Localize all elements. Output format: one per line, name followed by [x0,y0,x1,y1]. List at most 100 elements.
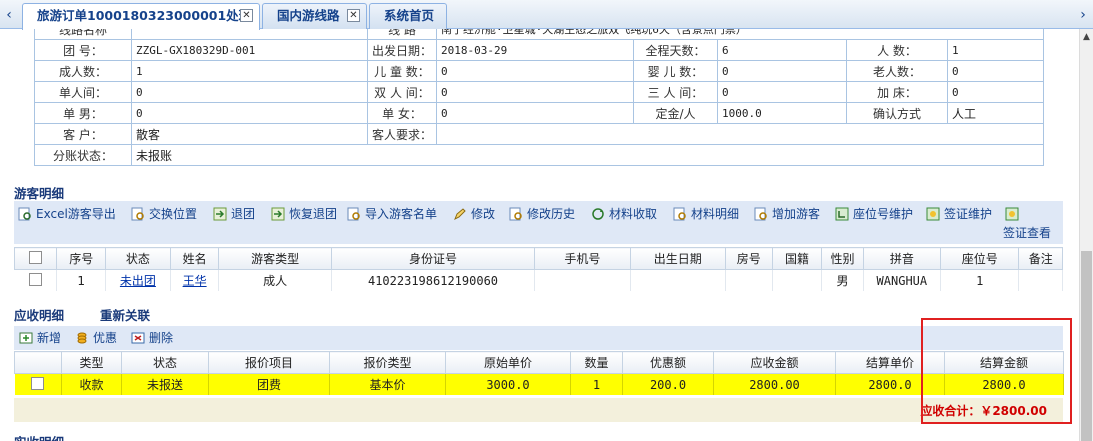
tourist-toolbar: Excel游客导出 交换位置 退团 恢复退团 导入游客名单 修改 修改历史 材料… [14,201,1063,244]
table-row[interactable]: 1 未出团 王华 成人 410223198612190060 男 WANGHUA… [14,269,1063,291]
days-label: 全程天数： [633,39,718,61]
triple-room-label: 三 人 间： [633,81,718,103]
toolbar-label: 增加游客 [772,207,821,221]
close-icon[interactable]: ✕ [347,9,360,22]
cell-type: 收款 [61,373,122,395]
tab-scroll-right-icon[interactable]: › [1076,6,1090,24]
column-header[interactable]: 备注 [1018,247,1063,270]
column-header[interactable]: 国籍 [771,247,823,270]
column-header[interactable]: 状态 [121,351,209,374]
info-label: 线路名称 [34,29,132,40]
column-header[interactable]: 出生日期 [629,247,726,270]
extra-bed-value: 0 [946,81,1045,103]
seat-maintain-button[interactable]: 座位号维护 [835,205,913,223]
tab-scroll-left-icon[interactable]: ‹ [2,6,16,24]
select-all-checkbox[interactable] [13,247,58,270]
withdraw-button[interactable]: 退团 [213,205,255,223]
visa-maintain-button[interactable]: 签证维护 [926,205,992,223]
info-label: 线 路 [367,29,437,40]
adult-label: 成人数： [34,60,132,82]
column-header[interactable]: 游客类型 [218,247,332,270]
toolbar-label: 座位号维护 [853,207,914,221]
column-header[interactable]: 手机号 [534,247,631,270]
scrollbar-thumb[interactable] [1081,251,1092,441]
column-header[interactable]: 报价类型 [329,351,446,374]
single-room-label: 单人间： [34,81,132,103]
column-header[interactable]: 原始单价 [445,351,571,374]
tab-order-process[interactable]: 旅游订单1000180323000001处理 ✕ [22,3,260,30]
material-detail-button[interactable]: 材料明细 [673,205,739,223]
add-button[interactable]: 新增 [19,329,61,347]
cell-item: 团费 [208,373,330,395]
column-header[interactable]: 状态 [105,247,171,270]
scroll-up-icon[interactable]: ▲ [1080,30,1093,44]
add-icon [19,331,33,345]
highlight-box [921,318,1072,424]
confirm-method-value: 人工 [946,102,1045,124]
table-row[interactable]: 收款 未报送 团费 基本价 3000.0 1 200.0 2800.00 280… [14,373,1064,395]
receivable-grid-header: 类型 状态 报价项目 报价类型 原始单价 数量 优惠额 应收金额 结算单价 结算… [14,351,1064,374]
tourist-grid: 序号 状态 姓名 游客类型 身份证号 手机号 出生日期 房号 国籍 性别 拼音 … [13,247,1063,291]
delete-icon [131,331,145,345]
single-male-label: 单 男： [34,102,132,124]
visa-view-button[interactable]: 签证查看 [1003,224,1051,242]
row-checkbox[interactable] [14,373,62,395]
visa-icon [926,207,940,221]
cell-name-link[interactable]: 王华 [170,269,220,291]
customer-label: 客 户： [34,123,132,145]
pencil-icon [453,207,467,221]
import-list-button[interactable]: 导入游客名单 [347,205,437,223]
excel-export-button[interactable]: Excel游客导出 [18,205,116,223]
close-icon[interactable]: ✕ [240,9,253,22]
single-room-value: 0 [131,81,368,103]
discount-button[interactable]: 优惠 [75,329,117,347]
order-detail-panel: 线路名称 线 路 南宁经济舱·卫星城·天湖生态之旅双飞纯玩6天（含景点门票） 团… [0,29,1079,441]
column-header[interactable]: 拼音 [862,247,942,270]
received-section-title: 实收明细 [14,432,64,441]
cell-status-link[interactable]: 未出团 [105,269,171,291]
triple-room-value: 0 [717,81,847,103]
column-header[interactable]: 优惠额 [622,351,714,374]
column-header[interactable]: 性别 [821,247,864,270]
cell-discount: 200.0 [622,373,714,395]
coins-icon [75,331,89,345]
material-collect-button[interactable]: 材料收取 [591,205,657,223]
cell-birth [630,269,726,291]
add-tourist-button[interactable]: 增加游客 [754,205,820,223]
split-status-label: 分账状态： [34,144,132,166]
visa-icon [1005,207,1019,221]
request-value [435,123,1045,145]
column-header[interactable]: 房号 [724,247,773,270]
cell-no: 1 [56,269,107,291]
tourist-section-title: 游客明细 [14,186,65,201]
cell-phone [534,269,631,291]
request-label: 客人要求： [367,123,437,145]
people-value: 1 [946,39,1045,61]
toolbar-label: 交换位置 [149,207,198,221]
visa-view-icon-button[interactable] [1005,205,1023,223]
tab-domestic-routes[interactable]: 国内游线路 ✕ [262,3,367,29]
edit-button[interactable]: 修改 [453,205,495,223]
edit-history-button[interactable]: 修改历史 [509,205,575,223]
column-header[interactable]: 姓名 [169,247,220,270]
vertical-scrollbar[interactable]: ▲ [1079,29,1093,441]
column-header[interactable]: 数量 [570,351,623,374]
delete-button[interactable]: 删除 [131,329,173,347]
column-header[interactable]: 身份证号 [330,247,536,270]
swap-position-button[interactable]: 交换位置 [131,205,197,223]
column-header[interactable]: 座位号 [940,247,1020,270]
column-header[interactable]: 应收金额 [713,351,836,374]
column-header-blank [14,351,62,374]
tab-home[interactable]: 系统首页 [369,3,447,29]
column-header[interactable]: 类型 [61,351,122,374]
toolbar-label: 新增 [37,331,62,345]
toolbar-label: 修改 [471,207,496,221]
row-checkbox[interactable] [14,269,58,291]
toolbar-label: Excel游客导出 [36,207,116,221]
relink-link[interactable]: 重新关联 [100,305,150,324]
search-doc-icon [754,207,768,221]
column-header[interactable]: 序号 [56,247,107,270]
column-header[interactable]: 报价项目 [208,351,330,374]
toolbar-label: 修改历史 [527,207,576,221]
restore-button[interactable]: 恢复退团 [271,205,337,223]
